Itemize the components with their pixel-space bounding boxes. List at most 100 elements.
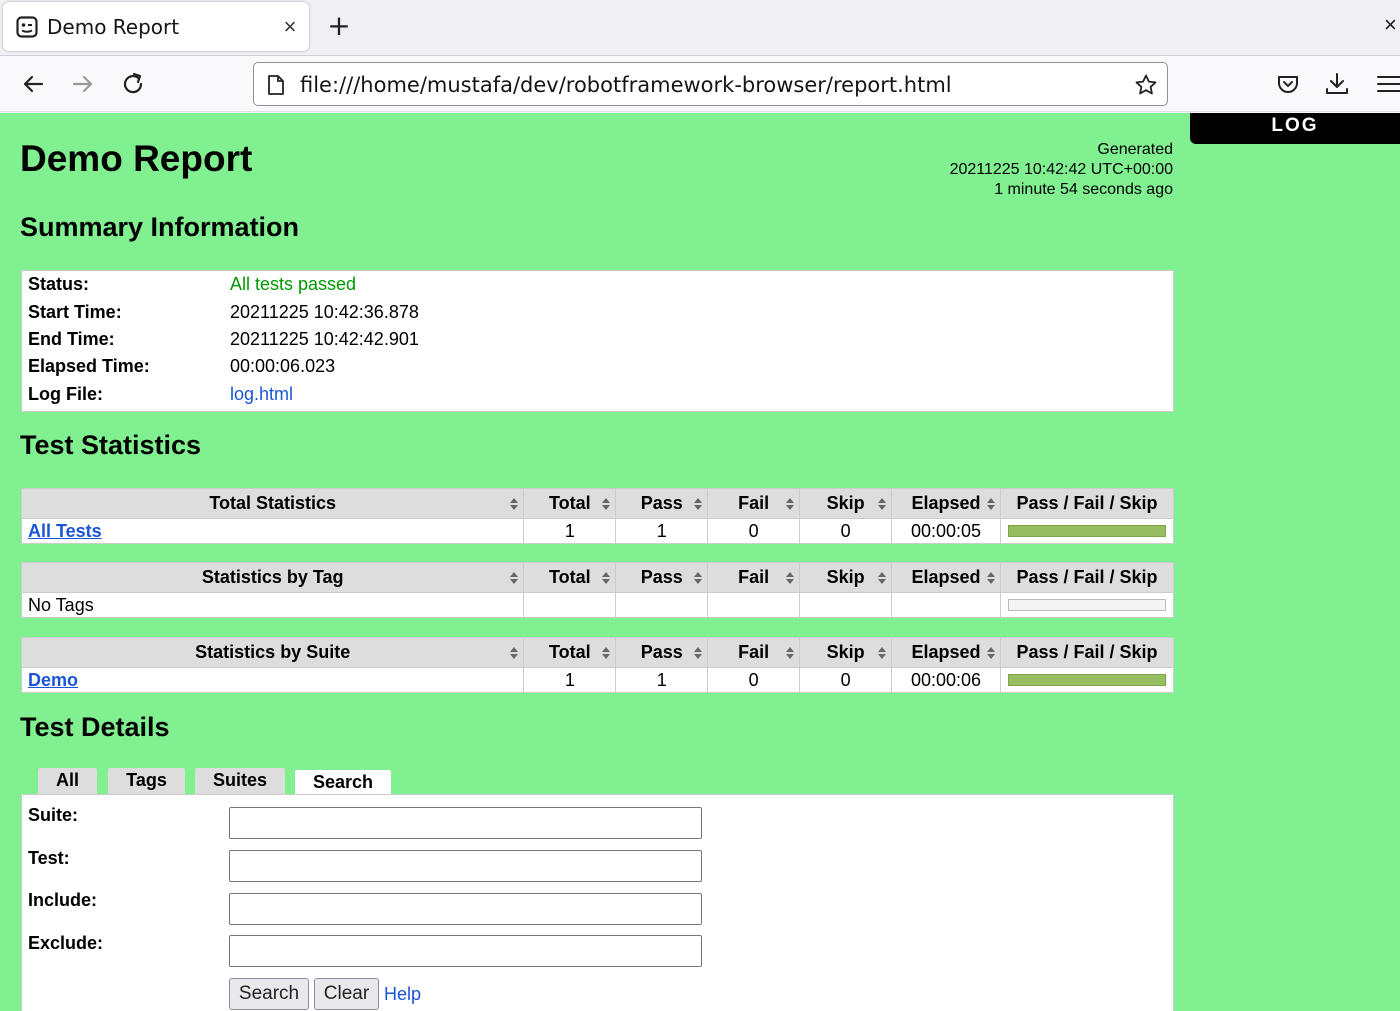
elapsed-time-value: 00:00:06.023 (230, 356, 336, 376)
log-button[interactable]: LOG (1190, 113, 1400, 144)
header-label: Pass / Fail / Skip (1016, 567, 1158, 587)
header-label: Skip (826, 642, 865, 662)
url-text[interactable]: file:///home/mustafa/dev/robotframework-… (300, 73, 952, 97)
sortable-header[interactable]: Elapsed (891, 637, 1001, 668)
browser-tab-bar: Demo Report × + × (0, 0, 1400, 56)
header-label: Total (549, 493, 591, 513)
exclude-input[interactable] (229, 935, 702, 967)
download-icon[interactable] (1322, 69, 1352, 99)
header-label: Pass (640, 567, 683, 587)
menu-icon[interactable] (1374, 69, 1400, 99)
sort-icon (694, 647, 703, 659)
help-link[interactable]: Help (384, 984, 421, 1005)
header-label: Elapsed (911, 567, 981, 587)
sortable-header[interactable]: Fail (707, 637, 801, 668)
header-label: Pass (640, 493, 683, 513)
stat-total: 1 (523, 667, 617, 693)
stat-name-link[interactable]: All Tests (28, 521, 102, 541)
header-label: Pass / Fail / Skip (1016, 493, 1158, 513)
forward-arrow-icon[interactable] (68, 69, 98, 99)
tab-all[interactable]: All (38, 768, 97, 794)
sort-icon (986, 498, 995, 510)
total-statistics-table: Total Statistics Total Pass Fail Skip El… (20, 488, 1175, 544)
pocket-icon[interactable] (1273, 69, 1303, 99)
sortable-header[interactable]: Total (523, 637, 617, 668)
sortable-header[interactable]: Total (523, 562, 617, 593)
sort-icon (986, 647, 995, 659)
browser-tab[interactable]: Demo Report × (3, 2, 309, 51)
end-time-value: 20211225 10:42:42.901 (230, 329, 419, 349)
sortable-header[interactable]: Pass (615, 637, 709, 668)
table-row: All Tests 1 1 0 0 00:00:05 (20, 518, 1175, 544)
sort-icon (602, 498, 611, 510)
table-row: No Tags (20, 592, 1175, 618)
search-button[interactable]: Search (229, 978, 309, 1010)
header-label: Statistics by Tag (201, 567, 344, 587)
stat-fail: 0 (707, 667, 801, 693)
close-tab-icon[interactable]: × (277, 14, 303, 40)
sort-icon (986, 572, 995, 584)
sortable-header[interactable]: Skip (799, 562, 893, 593)
table-header-row: Statistics by Suite Total Pass Fail Skip… (20, 637, 1175, 668)
sortable-header[interactable]: Pass (615, 562, 709, 593)
sortable-header[interactable]: Skip (799, 488, 893, 519)
sortable-header[interactable]: Total Statistics (20, 488, 525, 519)
url-bar[interactable]: file:///home/mustafa/dev/robotframework-… (253, 62, 1168, 106)
sortable-header[interactable]: Elapsed (891, 562, 1001, 593)
table-header-row: Statistics by Tag Total Pass Fail Skip E… (20, 562, 1175, 593)
generated-timestamp: 20211225 10:42:42 UTC+00:00 (949, 161, 1173, 178)
sortable-header[interactable]: Elapsed (891, 488, 1001, 519)
bookmark-star-icon[interactable] (1134, 73, 1158, 97)
sort-icon (878, 647, 887, 659)
search-panel: Suite: Test: Include: Exclude: Search Cl… (21, 794, 1174, 1011)
sortable-header[interactable]: Statistics by Suite (20, 637, 525, 668)
generated-info: Generated 20211225 10:42:42 UTC+00:00 1 … (950, 140, 1173, 200)
header-label: Total (549, 642, 591, 662)
include-input[interactable] (229, 893, 702, 925)
stat-total (523, 592, 617, 618)
tab-suites[interactable]: Suites (195, 768, 285, 794)
log-file-link[interactable]: log.html (230, 384, 293, 405)
summary-table: Status: All tests passed Start Time: 202… (21, 270, 1174, 412)
page-icon (268, 75, 284, 95)
tab-search[interactable]: Search (295, 770, 391, 796)
stat-pass (615, 592, 709, 618)
clear-button[interactable]: Clear (314, 978, 379, 1010)
suite-input[interactable] (229, 807, 702, 839)
test-label: Test: (28, 848, 70, 868)
statistics-heading: Test Statistics (20, 430, 202, 460)
exclude-label: Exclude: (28, 933, 104, 953)
sort-icon (878, 498, 887, 510)
stat-name-link[interactable]: Demo (28, 670, 78, 690)
header-label: Total (549, 567, 591, 587)
sortable-header[interactable]: Fail (707, 562, 801, 593)
sortable-header[interactable]: Total (523, 488, 617, 519)
stat-name-cell: Demo (20, 667, 525, 693)
header-label: Total Statistics (209, 493, 337, 513)
stat-skip: 0 (799, 667, 893, 693)
window-close-icon[interactable]: × (1384, 12, 1397, 38)
tab-title: Demo Report (47, 15, 180, 39)
report-page: LOG Demo Report Generated 20211225 10:42… (0, 113, 1400, 1011)
stat-pass: 1 (615, 667, 709, 693)
table-row: Demo 1 1 0 0 00:00:06 (20, 667, 1175, 693)
summary-label: Elapsed Time: (28, 356, 150, 376)
sortable-header[interactable]: Pass (615, 488, 709, 519)
sort-icon (510, 572, 519, 584)
stat-skip (799, 592, 893, 618)
header-label: Skip (826, 493, 865, 513)
sort-icon (786, 572, 795, 584)
summary-label: Log File: (28, 384, 103, 404)
new-tab-button[interactable]: + (324, 12, 354, 42)
back-arrow-icon[interactable] (18, 69, 48, 99)
suite-statistics-table: Statistics by Suite Total Pass Fail Skip… (20, 637, 1175, 693)
sortable-header[interactable]: Skip (799, 637, 893, 668)
sort-icon (878, 572, 887, 584)
sortable-header[interactable]: Fail (707, 488, 801, 519)
summary-label: End Time: (28, 329, 115, 349)
graph-header: Pass / Fail / Skip (999, 637, 1175, 668)
reload-icon[interactable] (118, 69, 148, 99)
tab-tags[interactable]: Tags (108, 768, 185, 794)
test-input[interactable] (229, 850, 702, 882)
sortable-header[interactable]: Statistics by Tag (20, 562, 525, 593)
